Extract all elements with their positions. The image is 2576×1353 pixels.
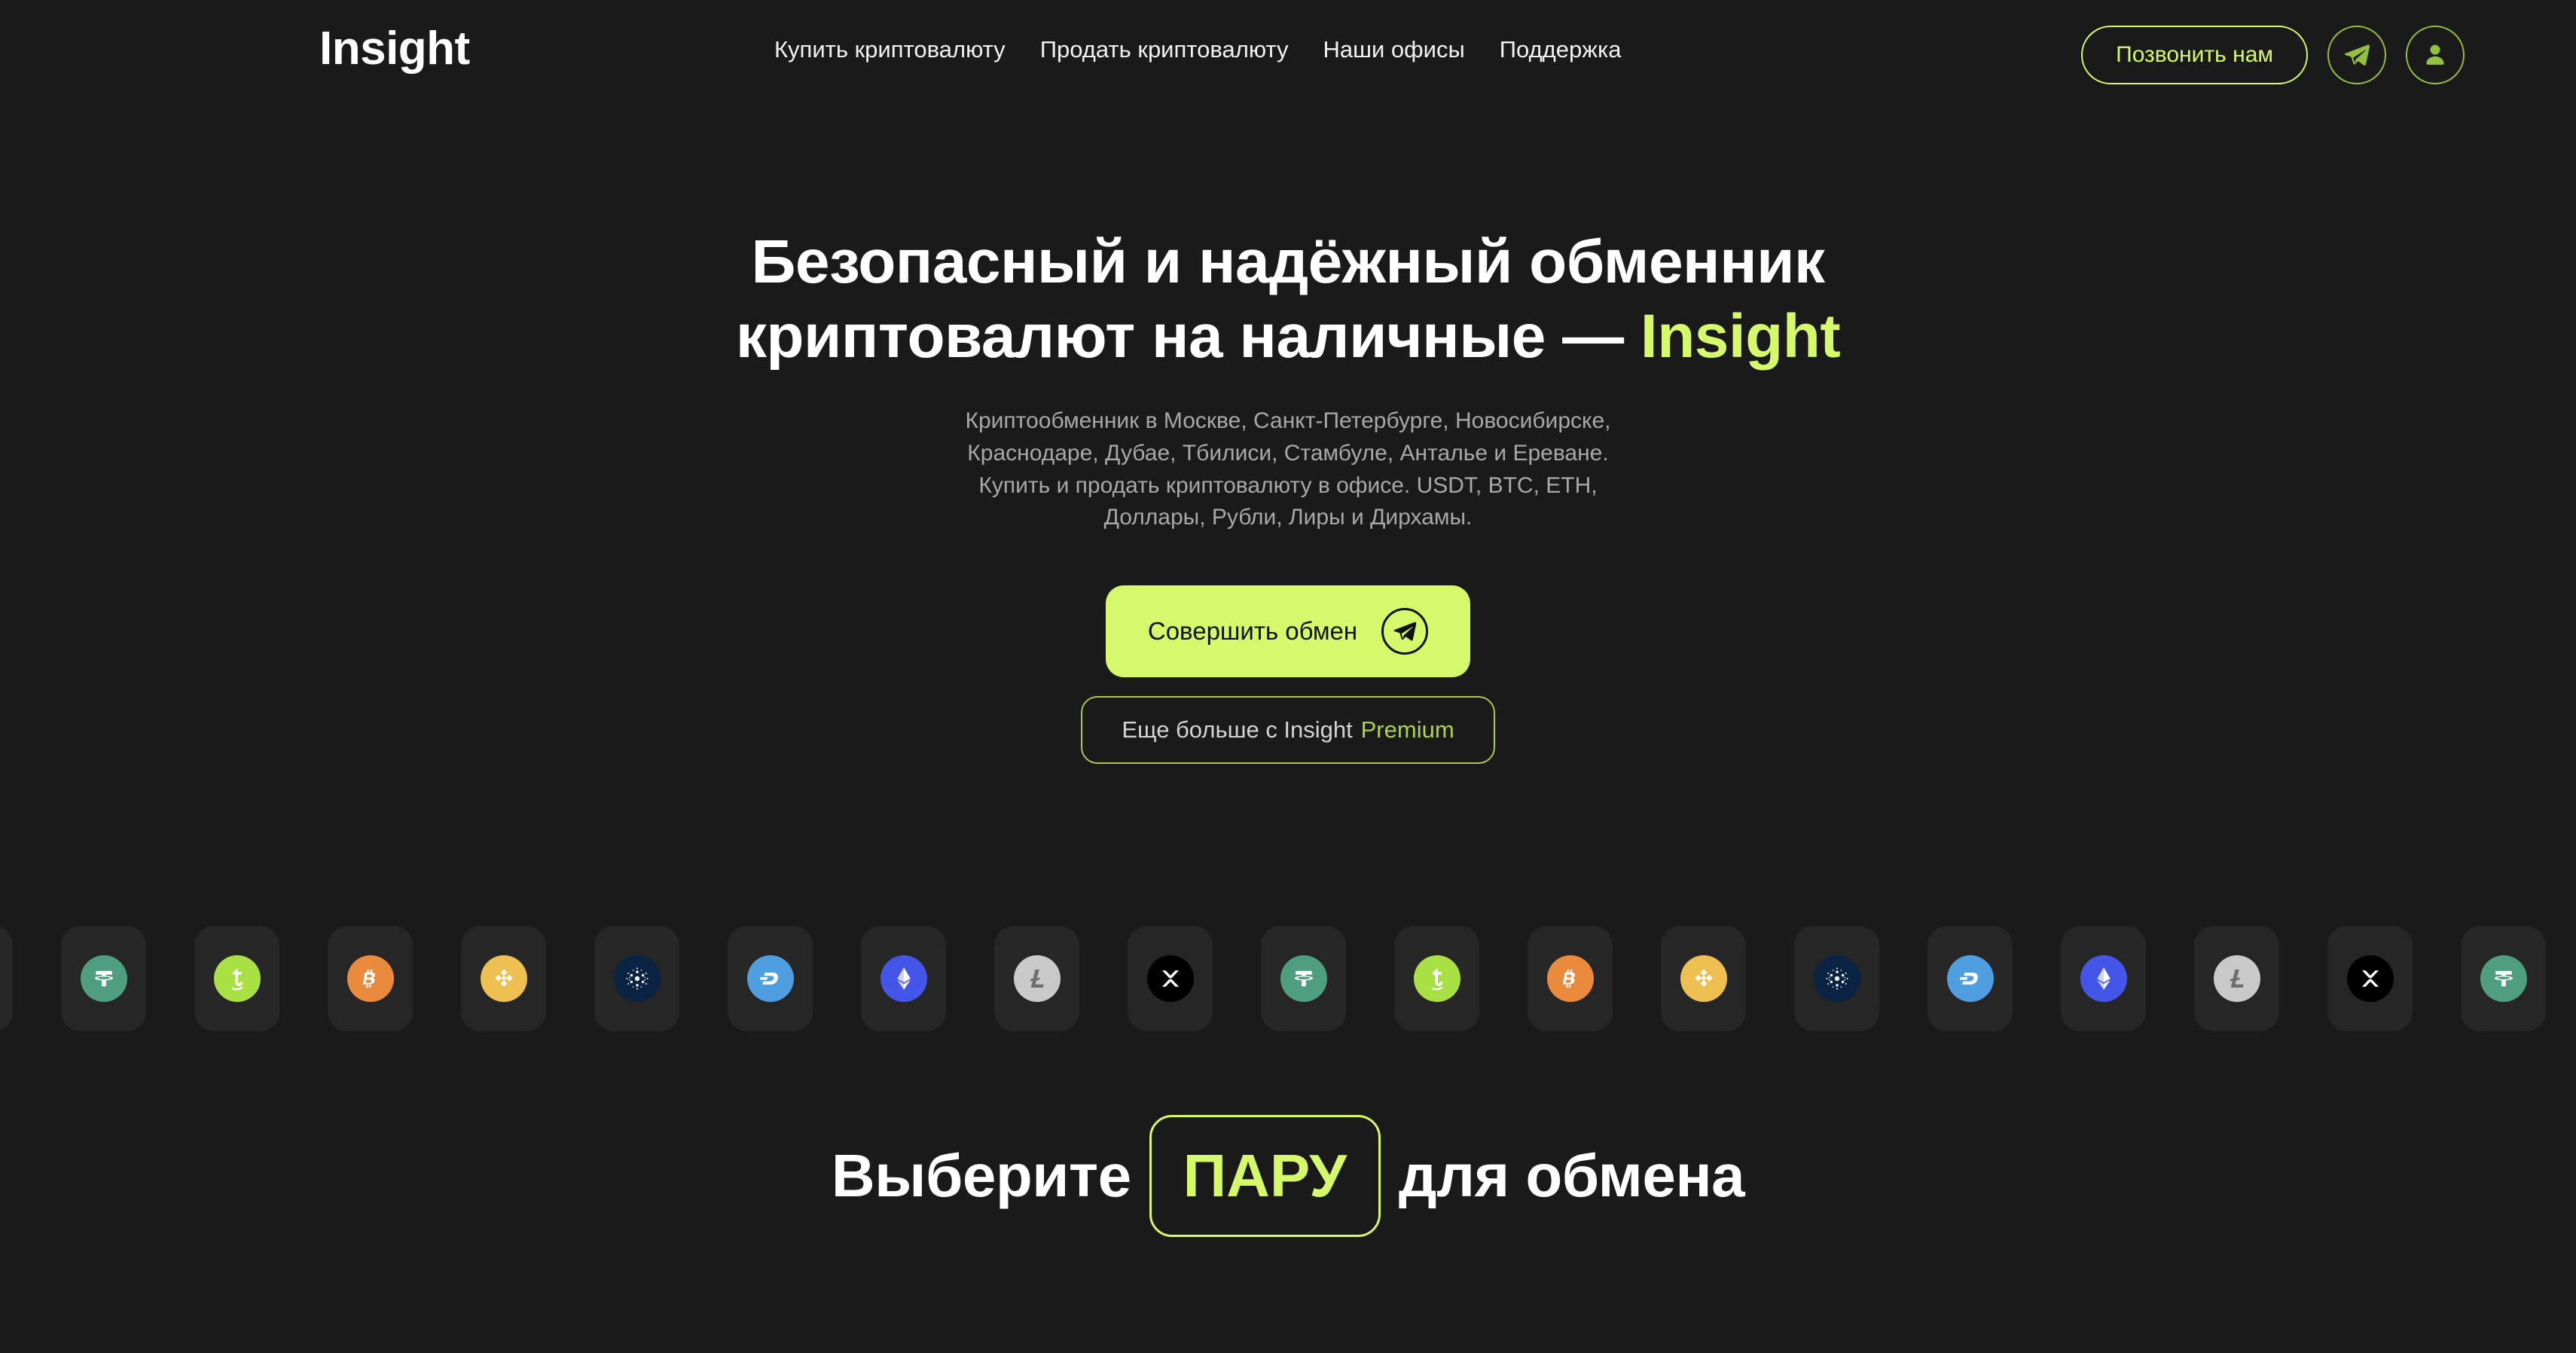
telegram-link-button[interactable]	[2327, 26, 2386, 84]
hero-subtitle: Криптообменник в Москве, Санкт-Петербург…	[0, 374, 2576, 533]
bitcoin-coin-icon	[1546, 955, 1594, 1002]
account-button[interactable]	[2406, 26, 2465, 84]
hero-section: Безопасный и надёжный обменник криптовал…	[0, 111, 2576, 764]
make-exchange-label: Совершить обмен	[1147, 617, 1358, 646]
coin-card-ltc[interactable]	[2194, 926, 2279, 1031]
coin-card-btc[interactable]	[328, 926, 413, 1031]
ethereum-coin-icon	[880, 955, 927, 1002]
coin-card-eth[interactable]	[861, 926, 946, 1031]
hero-subtitle-line-3: Купить и продать криптовалюту в офисе. U…	[978, 472, 1598, 498]
hero-title-brand-accent: Insight	[1640, 302, 1841, 371]
insight-premium-button[interactable]: Еще больше с Insight Premium	[1081, 695, 1495, 764]
telegram-icon	[2343, 41, 2371, 69]
ethereum-coin-icon	[2080, 955, 2127, 1002]
crypto-ticker-strip	[0, 921, 2576, 1037]
coin-card-ada[interactable]	[1794, 926, 1879, 1031]
tether-coin-icon	[1280, 955, 1327, 1002]
bitcoin-coin-icon	[346, 955, 394, 1002]
coin-card-bnb[interactable]	[1661, 926, 1746, 1031]
ticker-track[interactable]	[0, 921, 2576, 1037]
tezos-coin-icon	[213, 955, 261, 1002]
hero-subtitle-line-4: Доллары, Рубли, Лиры и Дирхамы.	[1103, 505, 1473, 530]
coin-card-xtz[interactable]	[194, 926, 279, 1031]
tether-coin-icon	[80, 955, 127, 1002]
coin-card-xtz[interactable]	[1394, 926, 1479, 1031]
coin-card-ltc[interactable]	[994, 926, 1079, 1031]
coin-card-xrp[interactable]	[2327, 926, 2413, 1031]
coin-card-eth[interactable]	[2061, 926, 2146, 1031]
xrp-coin-icon	[2346, 955, 2394, 1002]
binance-coin-icon	[1680, 955, 1727, 1002]
xrp-coin-icon	[1146, 955, 1194, 1002]
coin-card-usdt[interactable]	[2461, 926, 2546, 1031]
hero-subtitle-line-2: Краснодаре, Дубае, Тбилиси, Стамбуле, Ан…	[967, 441, 1609, 466]
hero-title-line-2-prefix: криптовалют на наличные —	[735, 302, 1641, 371]
hero-subtitle-line-1: Криптообменник в Москве, Санкт-Петербург…	[965, 408, 1611, 434]
call-us-button[interactable]: Позвонить нам	[2081, 26, 2308, 84]
nav-item-sell-crypto[interactable]: Продать криптовалюту	[1040, 38, 1289, 61]
coin-card-usdt[interactable]	[61, 926, 146, 1031]
choose-pair-prefix: Выберите	[831, 1142, 1131, 1209]
header-actions: Позвонить нам	[2081, 26, 2465, 84]
litecoin-coin-icon	[1013, 955, 1061, 1002]
tezos-coin-icon	[1413, 955, 1460, 1002]
main-navigation: Купить криптовалюту Продать криптовалюту…	[774, 38, 1621, 61]
choose-pair-suffix: для обмена	[1398, 1142, 1745, 1209]
choose-pair-highlight[interactable]: ПАРУ	[1149, 1115, 1381, 1237]
nav-item-support[interactable]: Поддержка	[1500, 38, 1622, 61]
hero-title: Безопасный и надёжный обменник криптовал…	[0, 111, 2576, 374]
premium-button-accent: Premium	[1360, 716, 1454, 744]
tether-coin-icon	[2480, 955, 2527, 1002]
premium-button-prefix: Еще больше с Insight	[1122, 716, 1353, 744]
make-exchange-button[interactable]: Совершить обмен	[1105, 585, 1471, 677]
binance-coin-icon	[480, 955, 527, 1002]
coin-card-xrp[interactable]	[1128, 926, 1213, 1031]
coin-card-btc[interactable]	[1528, 926, 1613, 1031]
nav-item-buy-crypto[interactable]: Купить криптовалюту	[774, 38, 1006, 61]
choose-pair-section: Выберите ПАРУ для обмена	[0, 1115, 2576, 1237]
coin-card-xrp[interactable]	[0, 926, 13, 1031]
dash-coin-icon	[1946, 955, 1994, 1002]
coin-card-dash[interactable]	[1927, 926, 2013, 1031]
coin-card-usdt[interactable]	[1261, 926, 1346, 1031]
site-logo[interactable]: Insight	[319, 26, 470, 72]
coin-card-dash[interactable]	[728, 926, 813, 1031]
cardano-coin-icon	[1813, 955, 1860, 1002]
hero-cta-group: Совершить обмен Еще больше с Insight Pre…	[0, 534, 2576, 764]
cardano-coin-icon	[613, 955, 661, 1002]
dash-coin-icon	[746, 955, 794, 1002]
coin-card-bnb[interactable]	[461, 926, 546, 1031]
nav-item-our-offices[interactable]: Наши офисы	[1323, 38, 1464, 61]
coin-card-ada[interactable]	[594, 926, 679, 1031]
user-account-icon	[2421, 41, 2449, 69]
litecoin-coin-icon	[2213, 955, 2260, 1002]
telegram-icon	[1381, 607, 1429, 655]
hero-title-line-1: Безопасный и надёжный обменник	[751, 228, 1825, 296]
site-header: Insight Купить криптовалюту Продать крип…	[0, 0, 2576, 111]
